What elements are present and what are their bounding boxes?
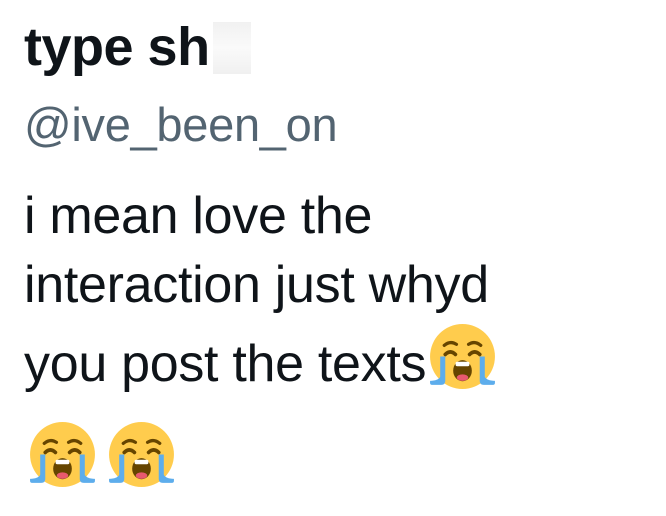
tweet-header: type sh	[24, 14, 251, 80]
loudly-crying-face-icon	[26, 418, 99, 491]
tweet: type sh @ive_been_on i mean love the int…	[0, 0, 666, 516]
display-name[interactable]: type sh	[24, 14, 210, 80]
loudly-crying-face-icon	[105, 418, 178, 491]
name-row: type sh	[24, 14, 251, 80]
tweet-text-line-content: you post the texts	[24, 335, 427, 393]
redacted-name-block	[212, 22, 251, 74]
emoji-row	[26, 418, 178, 491]
tweet-text-line: i mean love the	[24, 187, 373, 245]
user-handle[interactable]: @ive_been_on	[24, 92, 338, 158]
tweet-text-line: you post the texts	[24, 320, 660, 393]
loudly-crying-face-icon	[426, 320, 499, 393]
tweet-text: i mean love the interaction just whyd yo…	[24, 182, 660, 393]
tweet-text-line: interaction just whyd	[24, 256, 489, 314]
